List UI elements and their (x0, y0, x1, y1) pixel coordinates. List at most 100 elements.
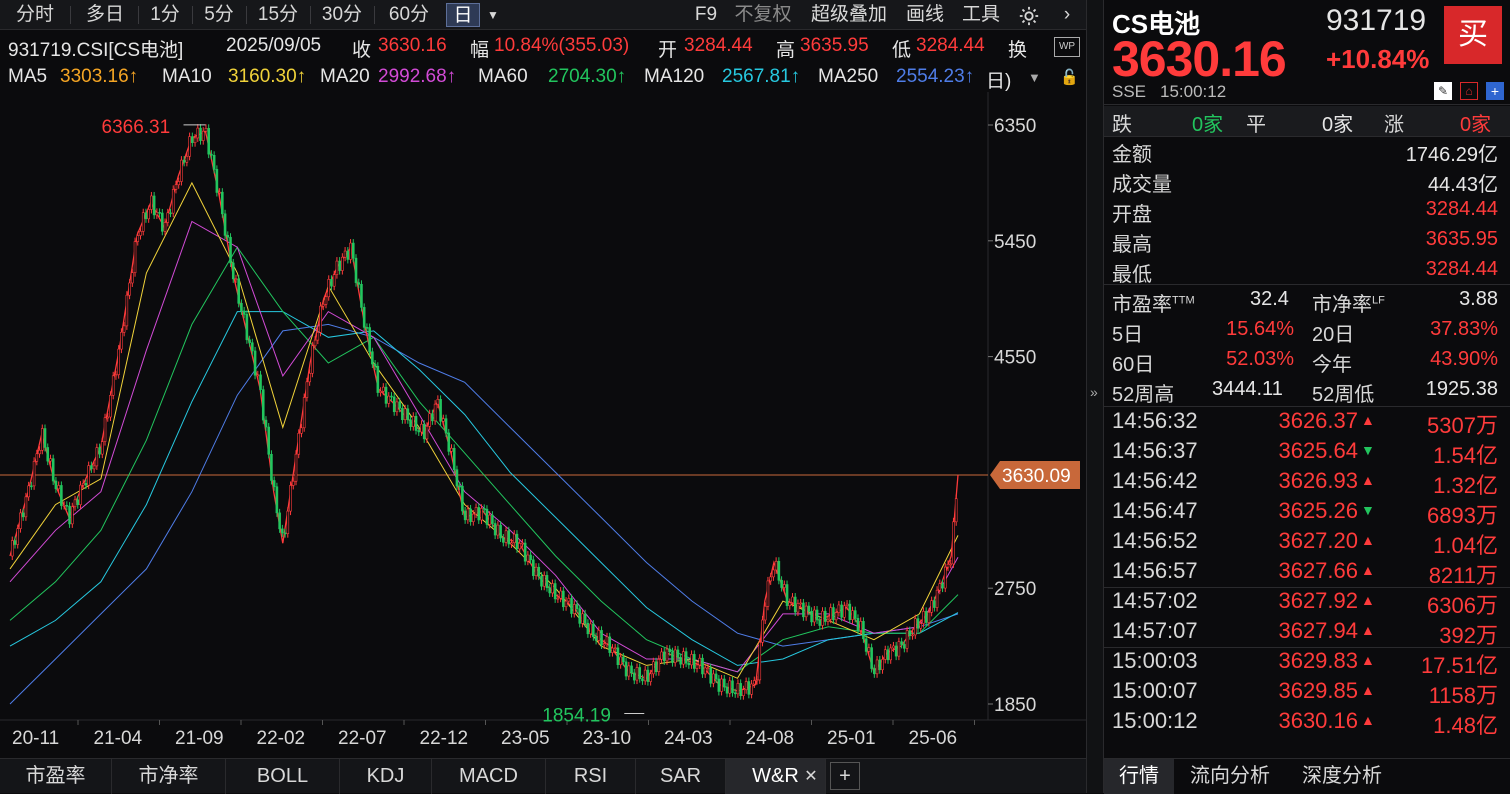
tick-price: 3629.83 (1278, 648, 1358, 673)
chart-svg[interactable]: 6350 5450 4550 2750 1850 20-11 21-04 21-09 22-02… (0, 92, 1086, 752)
candle-body (376, 365, 380, 393)
chevron-right-icon[interactable]: › (1054, 3, 1080, 27)
candle-body (938, 583, 942, 591)
bottom-tab-0[interactable]: 行情 (1104, 759, 1174, 794)
flat-label: 平 (1246, 114, 1266, 136)
candle-body (401, 407, 404, 421)
candle-body (354, 257, 358, 283)
tick-volume: 5307万 (1427, 413, 1498, 438)
x-tick-label: 24-03 (664, 728, 713, 749)
candle-body (100, 441, 104, 455)
candle-body (736, 683, 740, 695)
indicator-tab-6[interactable]: SAR (636, 759, 726, 794)
candle-body (472, 513, 475, 522)
candle-body (81, 483, 85, 486)
period-tab-intraday[interactable]: 分时 (6, 3, 64, 27)
candle-body (788, 602, 792, 606)
period-dropdown-icon[interactable]: ▼ (484, 3, 502, 27)
indicator-tab-0[interactable]: 市盈率 (0, 759, 112, 794)
super-overlay-button[interactable]: 超级叠加 (804, 3, 894, 27)
candle-body (594, 636, 598, 641)
lock-icon[interactable]: 🔓 (1060, 68, 1079, 86)
candle-body (753, 680, 756, 685)
candle-body (444, 418, 448, 434)
candle-body (706, 667, 710, 670)
candle-body (316, 332, 320, 341)
candle-body (38, 449, 41, 455)
candle-body (725, 686, 729, 694)
candle-body (294, 453, 298, 482)
candle-body (158, 212, 161, 214)
max-price-label: 6366.31 (102, 117, 171, 138)
flat-count: 0家 (1322, 114, 1354, 136)
tools-button[interactable]: 工具 (956, 3, 1006, 27)
kline-chart[interactable]: 6350 5450 4550 2750 1850 20-11 21-04 21-09 22-02… (0, 92, 1086, 752)
candle-body (493, 523, 497, 536)
candle-body (133, 241, 137, 274)
edit-icon[interactable]: ✎ (1434, 82, 1452, 100)
ma-dropdown-icon[interactable]: ▼ (1028, 70, 1041, 85)
candle-body (447, 432, 451, 452)
candle-body (905, 630, 909, 649)
draw-line-button[interactable]: 画线 (900, 3, 950, 27)
tick-price: 3627.92 (1278, 588, 1358, 613)
candle-body (264, 419, 268, 428)
candle-body (777, 560, 781, 581)
candle-body (305, 381, 309, 398)
candle-body (155, 212, 159, 216)
expand-icon[interactable]: » (1090, 384, 1098, 400)
candle-body (600, 630, 603, 646)
candle-body (679, 657, 682, 665)
tick-row: 15:00:07 3629.85 ▲ 1158万 (1104, 678, 1510, 708)
period-tab-daily[interactable]: 日 (446, 3, 480, 27)
close-tab-icon[interactable]: ✕ (798, 759, 824, 794)
indicator-tab-5[interactable]: RSI (546, 759, 636, 794)
x-tick-label: 24-08 (746, 728, 795, 749)
candle-body (196, 127, 200, 139)
stat-label: 金额 (1112, 144, 1152, 166)
buy-button[interactable]: 买 (1444, 6, 1502, 64)
candle-body (853, 610, 857, 619)
alarm-icon[interactable]: ⌂ (1460, 82, 1478, 100)
indicator-tab-1[interactable]: 市净率 (112, 759, 226, 794)
indicator-tab-4[interactable]: MACD (432, 759, 546, 794)
add-icon[interactable]: + (1486, 82, 1504, 100)
candle-body (210, 153, 213, 156)
candle-body (608, 636, 612, 653)
candle-body (136, 235, 140, 242)
candle-body (845, 603, 849, 607)
indicator-tab-3[interactable]: KDJ (340, 759, 432, 794)
candle-body (627, 665, 631, 677)
no-adjust-button[interactable]: 不复权 (728, 3, 798, 27)
tick-price: 3627.20 (1278, 528, 1358, 553)
w52-high-label: 52周高 (1112, 384, 1175, 406)
period-tab-multiday[interactable]: 多日 (76, 3, 134, 27)
gear-icon[interactable] (1014, 3, 1044, 27)
candle-body (409, 419, 412, 427)
bottom-tab-1[interactable]: 流向分析 (1176, 759, 1284, 794)
candle-body (818, 619, 822, 626)
period-tab-15min[interactable]: 15分 (250, 3, 306, 27)
candle-body (949, 563, 953, 566)
candle-body (941, 583, 944, 589)
period-tab-5min[interactable]: 5分 (196, 3, 242, 27)
tick-row: 14:56:32 3626.37 ▲ 5307万 (1104, 408, 1510, 438)
period-tab-1min[interactable]: 1分 (142, 3, 188, 27)
panel-divider[interactable]: » (1086, 0, 1104, 793)
tick-volume: 1.54亿 (1433, 443, 1498, 468)
f9-button[interactable]: F9 (690, 3, 722, 27)
indicator-tab-2[interactable]: BOLL (226, 759, 340, 794)
period-tab-60min[interactable]: 60分 (378, 3, 440, 27)
tick-volume: 392万 (1439, 623, 1498, 648)
index-code: 931719.CSI[CS电池] (8, 40, 184, 61)
period-tab-30min[interactable]: 30分 (314, 3, 370, 27)
candle-body (766, 580, 770, 607)
candle-body (488, 514, 491, 525)
bottom-tab-2[interactable]: 深度分析 (1286, 759, 1398, 794)
wp-icon[interactable]: WP (1054, 37, 1080, 57)
candle-body (510, 542, 513, 545)
x-tick-label: 22-07 (338, 728, 387, 749)
add-tab-icon[interactable]: + (830, 762, 860, 790)
candle-body (701, 657, 704, 675)
candle-body (695, 664, 699, 669)
